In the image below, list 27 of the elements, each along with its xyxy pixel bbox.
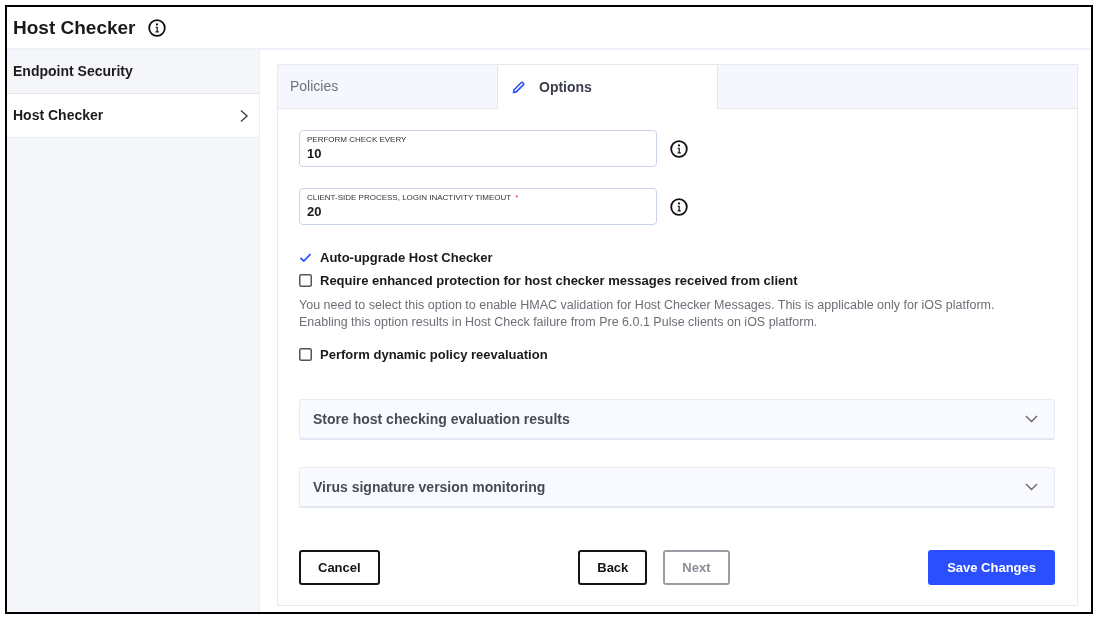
- help-text: You need to select this option to enable HMAC validation for Host Checker Messages. This is applicable only for iOS platform. Enabling this option results in Host Check failure from Pre 6.0.1 Pulse clients on iOS platform.: [299, 297, 996, 331]
- checkbox-label: Require enhanced protection for host checker messages received from client: [320, 271, 798, 290]
- tab[interactable]: Options: [498, 65, 718, 109]
- input-field[interactable]: CLIENT-SIDE PROCESS, LOGIN INACTIVITY TIMEOUT * 20: [299, 188, 657, 225]
- sidebar-item[interactable]: Host Checker: [7, 94, 259, 138]
- info-icon[interactable]: [670, 139, 688, 158]
- checkbox[interactable]: [299, 348, 312, 361]
- pencil-icon: [512, 80, 525, 94]
- field-value: 10: [307, 145, 323, 162]
- button[interactable]: Back: [578, 550, 648, 585]
- info-icon[interactable]: [670, 197, 688, 216]
- field-value: 20: [307, 203, 323, 220]
- chevron-right-icon: [239, 108, 249, 123]
- accordion-header[interactable]: Store host checking evaluation results: [299, 399, 1055, 440]
- field-label: PERFORM CHECK EVERY: [307, 136, 408, 144]
- field-label: CLIENT-SIDE PROCESS, LOGIN INACTIVITY TIMEOUT *: [307, 194, 520, 202]
- required-mark: *: [515, 193, 519, 202]
- checkmark-icon[interactable]: [299, 251, 312, 264]
- input-field[interactable]: PERFORM CHECK EVERY 10: [299, 130, 657, 167]
- button[interactable]: Cancel: [299, 550, 380, 585]
- checkbox-label: Perform dynamic policy reevaluation: [320, 345, 548, 364]
- button[interactable]: Save Changes: [928, 550, 1055, 585]
- checkbox-label: Auto-upgrade Host Checker: [320, 248, 493, 267]
- info-icon[interactable]: [147, 18, 166, 37]
- checkbox[interactable]: [299, 274, 312, 287]
- accordion-header[interactable]: Virus signature version monitoring: [299, 467, 1055, 508]
- page-title: Host Checker: [13, 18, 136, 37]
